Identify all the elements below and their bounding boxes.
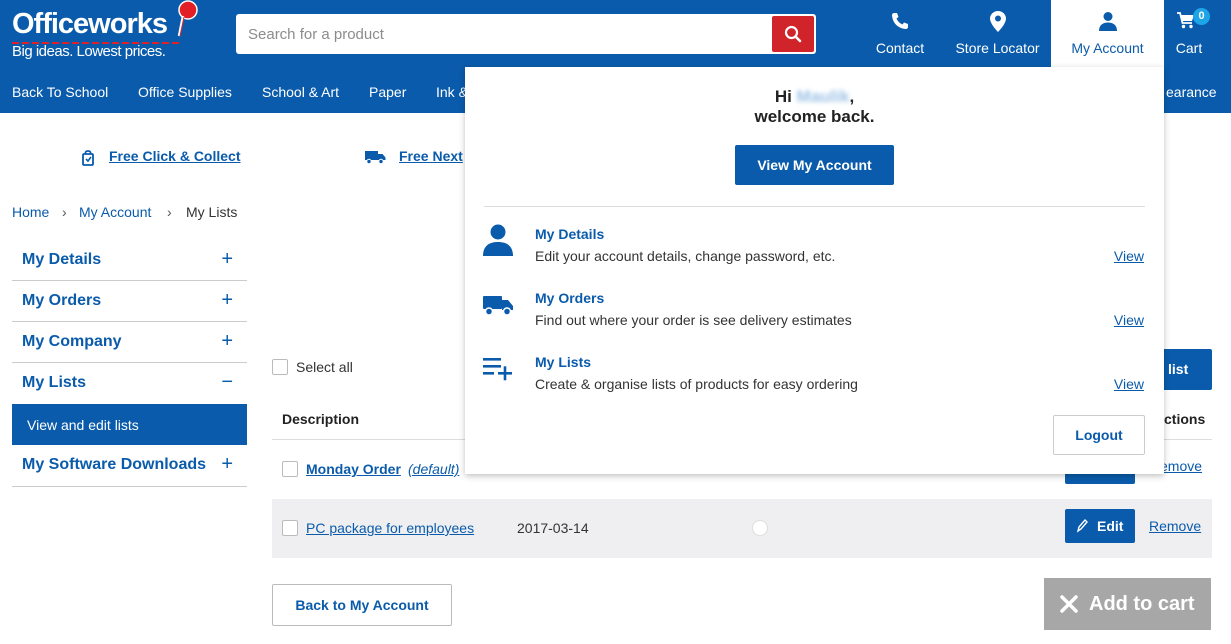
category-ink[interactable]: Ink & <box>436 84 468 100</box>
pushpin-icon <box>177 0 198 37</box>
free-delivery-link[interactable]: Free Next <box>399 148 463 164</box>
list-name-link[interactable]: Monday Order <box>306 461 401 477</box>
expand-icon: + <box>221 289 233 311</box>
officeworks-logo[interactable]: Officeworks Big ideas. Lowest prices. <box>12 0 202 62</box>
store-locator-link[interactable]: Store Locator <box>950 0 1045 67</box>
section-title-my-orders[interactable]: My Orders <box>535 290 604 306</box>
sidebar-subitem-view-edit-lists[interactable]: View and edit lists <box>12 404 247 445</box>
search-bar <box>236 14 816 54</box>
section-title-my-details[interactable]: My Details <box>535 226 604 242</box>
search-button[interactable] <box>772 16 814 52</box>
greeting-comma: , <box>849 87 855 106</box>
sidebar-item-my-lists[interactable]: My Lists − <box>12 363 247 404</box>
user-name: Maulik <box>796 87 850 106</box>
category-back-to-school[interactable]: Back To School <box>12 84 108 100</box>
list-name-link[interactable]: PC package for employees <box>306 520 474 536</box>
remove-link[interactable]: Remove <box>1149 518 1201 534</box>
view-my-orders-link[interactable]: View <box>1114 312 1144 328</box>
site-header: Officeworks Big ideas. Lowest prices. Co… <box>0 0 1231 67</box>
sidebar-subitem-label: View and edit lists <box>27 417 139 433</box>
sidebar-item-label: My Details <box>22 251 102 268</box>
breadcrumb-separator: › <box>167 204 172 220</box>
view-my-account-label: View My Account <box>757 157 872 173</box>
category-office-supplies[interactable]: Office Supplies <box>138 84 232 100</box>
map-pin-icon <box>989 11 1006 32</box>
row-checkbox[interactable] <box>282 520 298 536</box>
logo-tagline: Big ideas. Lowest prices. <box>12 43 166 60</box>
store-locator-label: Store Locator <box>955 40 1040 56</box>
remove-link[interactable]: emove <box>1160 458 1202 474</box>
sidebar-item-my-details[interactable]: My Details + <box>12 240 247 281</box>
cart-link[interactable]: 0 Cart <box>1166 0 1212 67</box>
view-my-lists-link[interactable]: View <box>1114 376 1144 392</box>
select-all-checkbox[interactable] <box>272 359 288 375</box>
list-add-icon <box>483 358 512 381</box>
greeting-prefix: Hi <box>774 87 792 106</box>
my-account-label: My Account <box>1071 40 1144 56</box>
pencil-icon <box>1076 518 1088 533</box>
contact-label: Contact <box>875 40 925 56</box>
greeting: Hi Maulik, welcome back. <box>465 87 1164 127</box>
expand-icon: + <box>221 330 233 352</box>
view-my-details-link[interactable]: View <box>1114 248 1144 264</box>
list-date: 2017-03-14 <box>517 520 589 536</box>
logout-button[interactable]: Logout <box>1053 415 1145 455</box>
section-desc-my-orders: Find out where your order is see deliver… <box>535 312 852 328</box>
account-dropdown: Hi Maulik, welcome back. View My Account… <box>465 67 1164 474</box>
view-my-account-button[interactable]: View My Account <box>735 145 894 185</box>
new-list-label: list <box>1168 361 1189 377</box>
click-collect-icon <box>82 150 94 166</box>
breadcrumb-home[interactable]: Home <box>12 204 49 220</box>
phone-icon <box>892 13 908 29</box>
search-input[interactable] <box>236 14 771 54</box>
sidebar-item-my-software-downloads[interactable]: My Software Downloads + <box>12 445 247 487</box>
sidebar-item-label: My Lists <box>22 374 87 391</box>
back-to-my-account-label: Back to My Account <box>295 597 429 613</box>
free-click-collect-link[interactable]: Free Click & Collect <box>109 148 241 164</box>
default-tag: (default) <box>408 461 460 477</box>
sidebar-item-my-orders[interactable]: My Orders + <box>12 281 247 322</box>
user-icon <box>1098 12 1117 31</box>
column-header-actions: ctions <box>1164 411 1206 427</box>
close-x-icon <box>1060 595 1078 613</box>
category-school-art[interactable]: School & Art <box>262 84 339 100</box>
search-icon <box>784 25 802 43</box>
logout-label: Logout <box>1075 427 1123 443</box>
sidebar-item-label: My Company <box>22 333 122 350</box>
edit-button[interactable]: Edit <box>1065 509 1135 543</box>
section-title-my-lists[interactable]: My Lists <box>535 354 591 370</box>
breadcrumb-current: My Lists <box>186 204 238 220</box>
breadcrumb-my-account[interactable]: My Account <box>79 204 151 220</box>
add-to-cart-label: Add to cart <box>1089 593 1195 615</box>
my-account-link[interactable]: My Account <box>1051 0 1164 67</box>
column-header-description: Description <box>282 411 360 427</box>
truck-icon <box>483 296 513 316</box>
sidebar-item-label: My Orders <box>22 292 102 309</box>
row-checkbox[interactable] <box>282 461 298 477</box>
sidebar-item-my-company[interactable]: My Company + <box>12 322 247 363</box>
default-radio[interactable] <box>752 520 768 536</box>
welcome-text: welcome back. <box>754 107 875 126</box>
edit-label: Edit <box>1097 518 1124 534</box>
category-paper[interactable]: Paper <box>369 84 406 100</box>
sidebar-item-label: My Software Downloads <box>22 456 207 473</box>
person-icon <box>483 224 513 256</box>
expand-icon: + <box>221 453 233 475</box>
dropdown-divider <box>484 206 1145 207</box>
back-to-my-account-button[interactable]: Back to My Account <box>272 584 452 626</box>
expand-icon: + <box>221 248 233 270</box>
cart-count-badge: 0 <box>1193 8 1210 25</box>
logo-wordmark: Officeworks <box>12 8 168 40</box>
add-to-cart-button[interactable]: Add to cart <box>1044 578 1211 630</box>
contact-link[interactable]: Contact <box>868 0 932 67</box>
breadcrumb-separator: › <box>62 204 67 220</box>
category-clearance[interactable]: earance <box>1166 84 1217 100</box>
collapse-icon: − <box>221 371 233 393</box>
section-desc-my-details: Edit your account details, change passwo… <box>535 248 836 264</box>
select-all-label: Select all <box>296 359 353 375</box>
cart-label: Cart <box>1175 40 1203 56</box>
section-desc-my-lists: Create & organise lists of products for … <box>535 376 858 392</box>
delivery-truck-icon <box>365 151 386 164</box>
